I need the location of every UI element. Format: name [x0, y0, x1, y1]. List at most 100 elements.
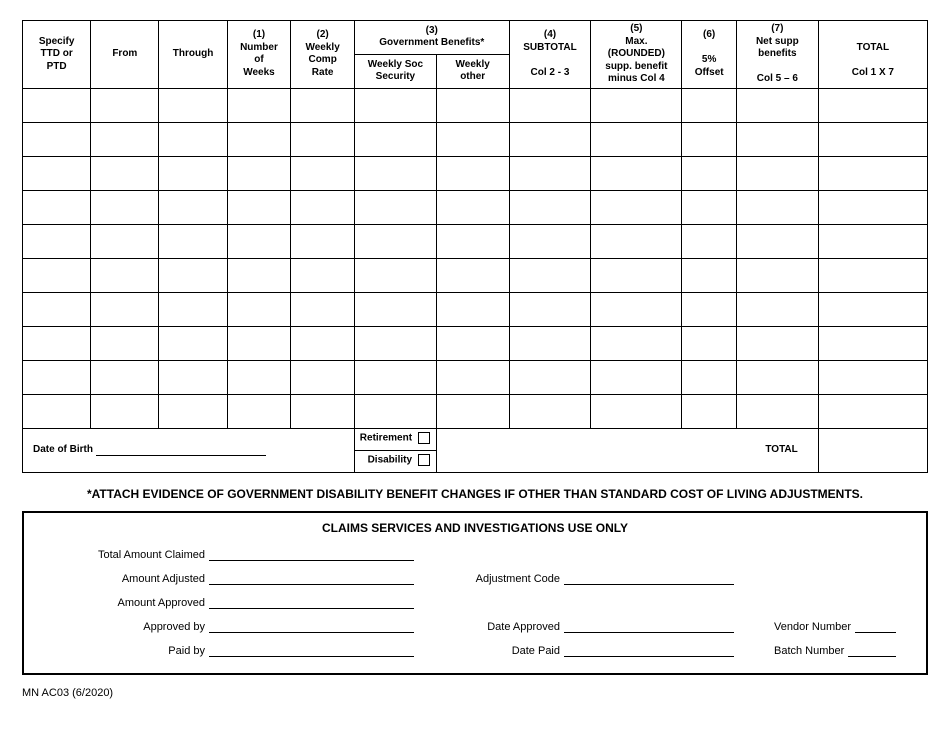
table-cell[interactable]: [291, 156, 355, 190]
table-cell[interactable]: [591, 326, 682, 360]
table-cell[interactable]: [159, 88, 227, 122]
table-cell[interactable]: [436, 122, 509, 156]
paid-by-line[interactable]: [209, 645, 414, 657]
table-cell[interactable]: [591, 258, 682, 292]
total-amount-claimed-line[interactable]: [209, 549, 414, 561]
table-cell[interactable]: [354, 224, 436, 258]
table-cell[interactable]: [227, 292, 291, 326]
table-cell[interactable]: [227, 224, 291, 258]
table-cell[interactable]: [91, 156, 159, 190]
table-cell[interactable]: [591, 224, 682, 258]
table-cell[interactable]: [91, 258, 159, 292]
table-cell[interactable]: [227, 360, 291, 394]
table-cell[interactable]: [354, 190, 436, 224]
adjustment-code-field[interactable]: Adjustment Code: [454, 573, 734, 585]
table-cell[interactable]: [591, 394, 682, 428]
table-cell[interactable]: [509, 156, 591, 190]
table-cell[interactable]: [736, 88, 818, 122]
table-cell[interactable]: [682, 224, 737, 258]
table-cell[interactable]: [509, 360, 591, 394]
table-cell[interactable]: [736, 258, 818, 292]
adjustment-code-line[interactable]: [564, 573, 734, 585]
table-cell[interactable]: [91, 224, 159, 258]
amount-adjusted-line[interactable]: [209, 573, 414, 585]
table-cell[interactable]: [159, 122, 227, 156]
table-cell[interactable]: [227, 258, 291, 292]
table-cell[interactable]: [23, 122, 91, 156]
date-paid-line[interactable]: [564, 645, 734, 657]
table-cell[interactable]: [682, 394, 737, 428]
table-cell[interactable]: [509, 292, 591, 326]
retirement-checkbox-icon[interactable]: [418, 432, 430, 444]
total-value-cell[interactable]: [818, 428, 927, 472]
table-cell[interactable]: [509, 88, 591, 122]
table-cell[interactable]: [818, 360, 927, 394]
table-cell[interactable]: [736, 190, 818, 224]
table-cell[interactable]: [818, 394, 927, 428]
table-cell[interactable]: [682, 88, 737, 122]
table-cell[interactable]: [682, 156, 737, 190]
table-cell[interactable]: [436, 190, 509, 224]
table-cell[interactable]: [436, 326, 509, 360]
table-cell[interactable]: [509, 122, 591, 156]
table-cell[interactable]: [509, 394, 591, 428]
table-cell[interactable]: [91, 190, 159, 224]
table-cell[interactable]: [291, 88, 355, 122]
table-cell[interactable]: [291, 190, 355, 224]
table-cell[interactable]: [159, 326, 227, 360]
table-cell[interactable]: [818, 292, 927, 326]
table-cell[interactable]: [291, 394, 355, 428]
date-approved-line[interactable]: [564, 621, 734, 633]
table-cell[interactable]: [436, 224, 509, 258]
table-cell[interactable]: [291, 326, 355, 360]
table-cell[interactable]: [159, 190, 227, 224]
table-cell[interactable]: [818, 326, 927, 360]
table-cell[interactable]: [159, 360, 227, 394]
table-cell[interactable]: [227, 190, 291, 224]
table-cell[interactable]: [159, 292, 227, 326]
table-cell[interactable]: [291, 292, 355, 326]
table-cell[interactable]: [227, 156, 291, 190]
table-cell[interactable]: [736, 326, 818, 360]
table-cell[interactable]: [818, 190, 927, 224]
table-cell[interactable]: [591, 88, 682, 122]
total-amount-claimed-field[interactable]: Total Amount Claimed: [54, 549, 414, 561]
approved-by-line[interactable]: [209, 621, 414, 633]
table-cell[interactable]: [291, 122, 355, 156]
table-cell[interactable]: [91, 122, 159, 156]
table-cell[interactable]: [227, 394, 291, 428]
table-cell[interactable]: [354, 394, 436, 428]
vendor-number-field[interactable]: Vendor Number: [774, 621, 896, 633]
table-cell[interactable]: [818, 122, 927, 156]
table-cell[interactable]: [159, 156, 227, 190]
table-cell[interactable]: [736, 394, 818, 428]
table-cell[interactable]: [23, 360, 91, 394]
table-cell[interactable]: [591, 190, 682, 224]
table-cell[interactable]: [159, 224, 227, 258]
table-cell[interactable]: [436, 360, 509, 394]
table-cell[interactable]: [291, 360, 355, 394]
table-cell[interactable]: [736, 122, 818, 156]
table-cell[interactable]: [354, 156, 436, 190]
table-cell[interactable]: [736, 224, 818, 258]
amount-approved-field[interactable]: Amount Approved: [54, 597, 414, 609]
table-cell[interactable]: [23, 394, 91, 428]
paid-by-field[interactable]: Paid by: [54, 645, 414, 657]
date-approved-field[interactable]: Date Approved: [454, 621, 734, 633]
table-cell[interactable]: [354, 88, 436, 122]
approved-by-field[interactable]: Approved by: [54, 621, 414, 633]
table-cell[interactable]: [509, 258, 591, 292]
table-cell[interactable]: [818, 88, 927, 122]
table-cell[interactable]: [509, 190, 591, 224]
table-cell[interactable]: [23, 190, 91, 224]
table-cell[interactable]: [818, 258, 927, 292]
table-cell[interactable]: [354, 292, 436, 326]
table-cell[interactable]: [23, 326, 91, 360]
table-cell[interactable]: [354, 122, 436, 156]
table-cell[interactable]: [818, 224, 927, 258]
batch-number-line[interactable]: [848, 645, 896, 657]
table-cell[interactable]: [591, 360, 682, 394]
table-cell[interactable]: [91, 88, 159, 122]
table-cell[interactable]: [227, 122, 291, 156]
dob-underline[interactable]: [96, 444, 266, 456]
